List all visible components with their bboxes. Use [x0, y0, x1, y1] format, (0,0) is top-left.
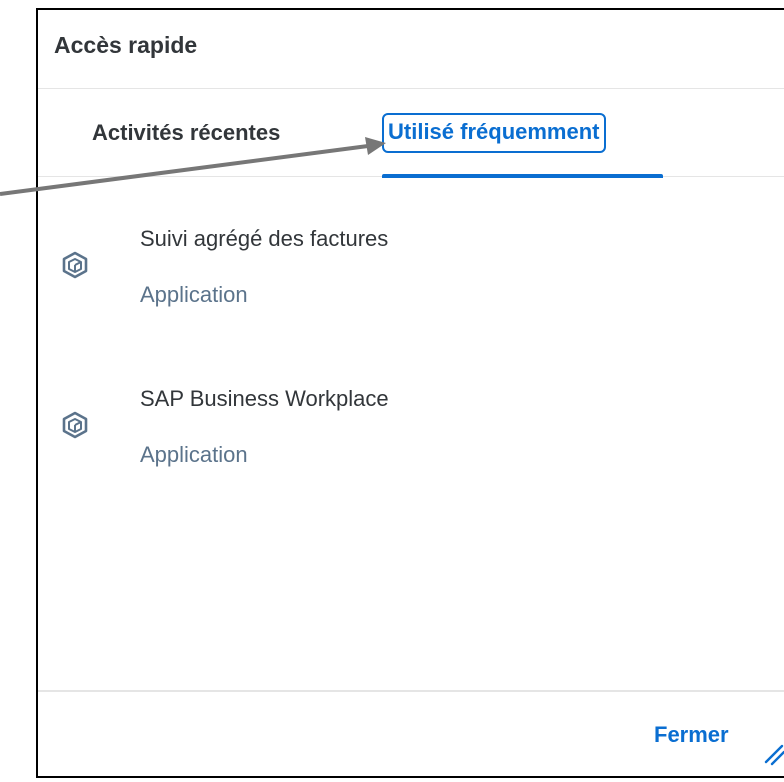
tab-recent-activities[interactable]: Activités récentes	[88, 118, 284, 148]
app-cube-icon	[62, 251, 88, 279]
item-subtitle: Application	[140, 442, 248, 467]
tab-frequently-used[interactable]: Utilisé fréquemment	[382, 113, 606, 153]
dialog-title: Accès rapide	[54, 32, 198, 58]
quick-access-dialog: Accès rapide Activités récentes Utilisé …	[36, 8, 784, 778]
selected-tab-indicator	[382, 174, 663, 178]
list-item[interactable]: SAP Business Workplace Application	[38, 346, 784, 486]
item-subtitle: Application	[140, 282, 248, 307]
close-button[interactable]: Fermer	[654, 722, 729, 748]
dialog-header: Accès rapide	[38, 10, 784, 89]
item-title: Suivi agrégé des factures	[140, 226, 389, 251]
tab-bar: Activités récentes Utilisé fréquemment	[38, 88, 784, 178]
item-title: SAP Business Workplace	[140, 386, 389, 411]
dialog-footer: Fermer	[38, 690, 784, 782]
list-item[interactable]: Suivi agrégé des factures Application	[38, 186, 784, 326]
app-cube-icon	[62, 411, 88, 439]
resize-handle-icon[interactable]	[756, 736, 784, 766]
